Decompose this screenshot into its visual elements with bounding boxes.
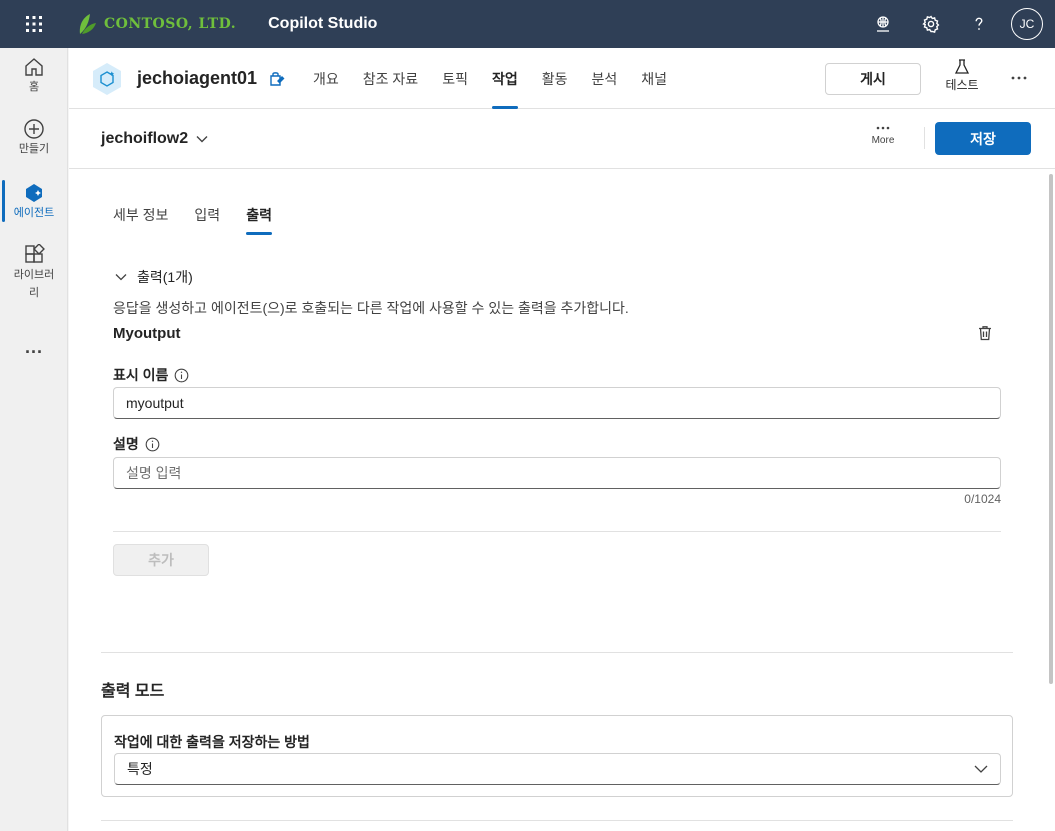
left-rail: 홈 만들기 에이전트 라이브러리 ... [0,48,68,831]
rail-item-label: 에이전트 [13,207,55,219]
agent-nav-tabs: 개요 참조 자료 토픽 작업 활동 분석 채널 [301,48,679,109]
help-icon[interactable] [959,4,999,44]
tab-knowledge[interactable]: 참조 자료 [351,48,430,109]
rail-item-more[interactable]: ... [0,338,68,356]
agent-header: jechoiagent01 개요 참조 자료 토픽 작업 활동 분석 채널 게시… [69,48,1055,109]
chevron-down-icon [974,765,988,773]
rail-item-label: 라이브러리 [13,269,55,299]
divider [924,127,925,149]
test-button[interactable]: 테스트 [937,58,987,100]
divider [101,820,1013,821]
info-icon[interactable] [174,368,189,383]
tab-overview[interactable]: 개요 [301,48,351,109]
output-mode-label: 작업에 대한 출력을 저장하는 방법 [114,734,310,750]
avatar: JC [1011,8,1043,40]
content-area: 세부 정보 입력 출력 출력(1개) 응답을 생성하고 에이전트(으)로 호출되… [69,169,1047,831]
flow-name: jechoiflow2 [101,130,189,147]
settings-icon[interactable] [911,4,951,44]
publish-button[interactable]: 게시 [825,63,921,95]
home-icon [25,58,43,76]
save-button[interactable]: 저장 [935,122,1031,155]
description-label-text: 설명 [113,436,139,452]
chevron-down-icon [115,274,127,281]
agent-avatar-icon [93,63,121,95]
output-mode-card: 작업에 대한 출력을 저장하는 방법 특정 [101,715,1013,797]
edit-agent-icon[interactable] [267,70,285,93]
agent-more-icon[interactable] [1007,66,1031,90]
agent-name[interactable]: jechoiagent01 [137,68,257,89]
output-mode-select[interactable]: 특정 [114,753,1001,785]
display-name-input[interactable] [113,387,1001,419]
more-icon [876,126,890,130]
flask-icon [954,59,970,74]
output-mode-value: 특정 [127,761,153,777]
library-icon [25,244,45,263]
rail-item-library[interactable]: 라이브러리 [0,244,68,302]
tab-channels[interactable]: 채널 [629,48,679,109]
tab-analytics[interactable]: 분석 [579,48,629,109]
outputs-section-label: 출력(1개) [137,269,193,285]
rail-item-label: 만들기 [18,143,50,155]
sub-tabs: 세부 정보 입력 출력 [113,203,298,235]
chevron-down-icon [196,136,208,143]
main-panel: jechoiagent01 개요 참조 자료 토픽 작업 활동 분석 채널 게시… [69,48,1055,831]
delete-icon[interactable] [975,323,995,343]
logo-text: CONTOSO, LTD. [104,16,237,32]
top-bar: CONTOSO, LTD. Copilot Studio JC [0,0,1055,48]
info-icon[interactable] [145,437,160,452]
display-name-label: 표시 이름 [113,365,189,385]
outputs-section-toggle[interactable]: 출력(1개) [115,267,193,287]
rail-item-label: 홈 [28,81,40,93]
test-label: 테스트 [945,78,979,92]
flow-header: jechoiflow2 More 저장 [69,109,1055,169]
rail-item-home[interactable]: 홈 [0,56,68,96]
display-name-label-text: 표시 이름 [113,367,169,383]
flow-name-dropdown[interactable]: jechoiflow2 [101,130,208,148]
tab-actions[interactable]: 작업 [480,48,530,109]
subtab-details[interactable]: 세부 정보 [113,203,168,235]
rail-item-create[interactable]: 만들기 [0,118,68,158]
subtab-outputs[interactable]: 출력 [246,203,272,235]
divider [101,652,1013,653]
tab-activity[interactable]: 활동 [530,48,580,109]
description-char-count: 0/1024 [964,492,1001,506]
description-label: 설명 [113,434,160,454]
more-icon: ... [24,337,43,357]
more-button[interactable]: More [867,121,899,161]
create-icon [24,119,44,139]
add-output-button[interactable]: 추가 [113,544,209,576]
tab-topics[interactable]: 토픽 [430,48,480,109]
agents-icon [26,184,42,202]
company-logo: CONTOSO, LTD. [76,12,236,36]
outputs-description: 응답을 생성하고 에이전트(으)로 호출되는 다른 작업에 사용할 수 있는 출… [113,300,629,316]
app-title: Copilot Studio [268,15,378,32]
scrollbar[interactable] [1047,170,1055,831]
environment-icon[interactable] [863,4,903,44]
leaf-logo-icon [79,14,96,34]
output-item-title: Myoutput [113,325,181,342]
divider [113,531,1001,532]
more-label: More [871,135,895,146]
description-input[interactable] [113,457,1001,489]
waffle-icon[interactable] [0,0,68,48]
output-mode-title: 출력 모드 [101,683,165,700]
rail-item-agents[interactable]: 에이전트 [0,182,68,222]
subtab-inputs[interactable]: 입력 [194,203,220,235]
scrollbar-thumb[interactable] [1049,174,1053,684]
account-button[interactable]: JC [1007,4,1047,44]
